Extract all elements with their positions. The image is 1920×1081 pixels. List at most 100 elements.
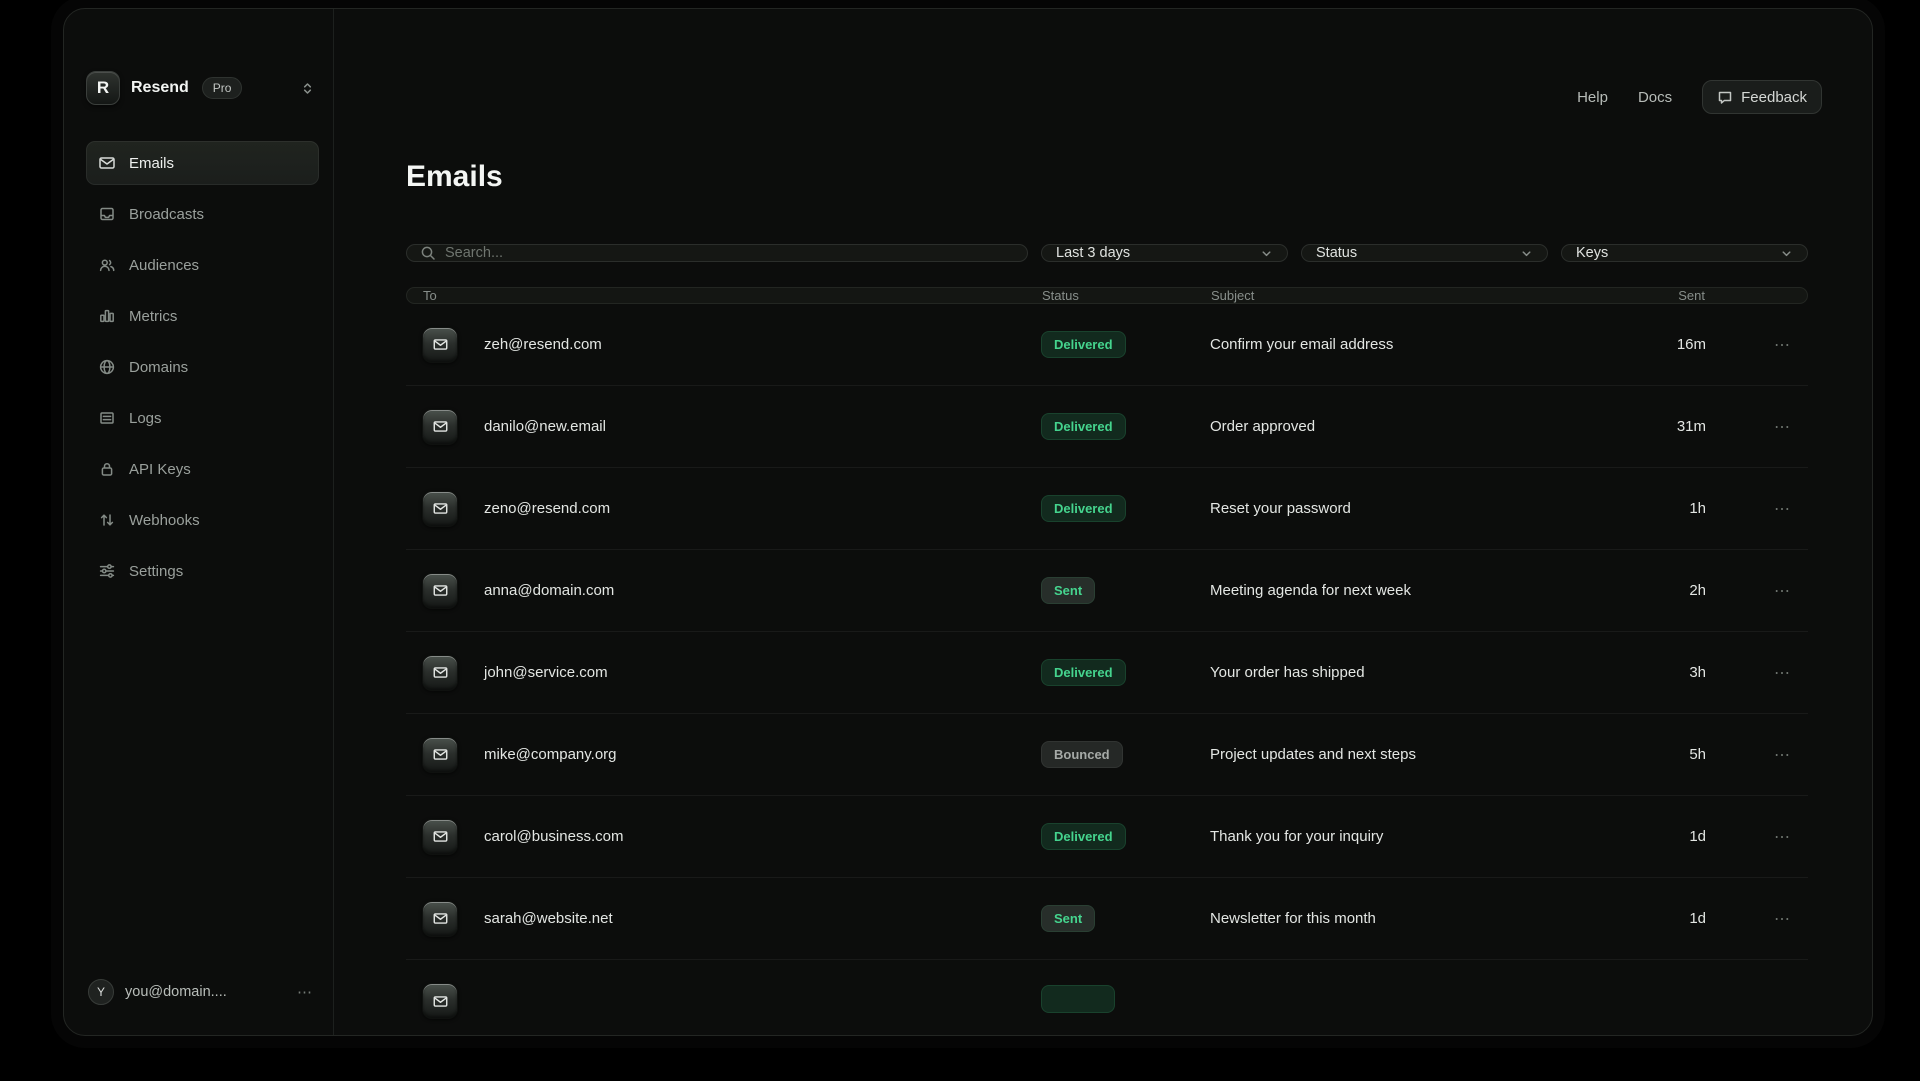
envelope-icon: [422, 819, 458, 855]
subject-cell: Project updates and next steps: [1210, 746, 1621, 763]
user-email: you@domain....: [125, 984, 227, 1000]
sidebar-item-broadcasts[interactable]: Broadcasts: [86, 192, 319, 236]
status-cell: Bounced: [1041, 741, 1210, 768]
ellipsis-icon[interactable]: ⋯: [297, 983, 313, 1001]
sidebar-item-label: Settings: [129, 563, 183, 580]
chevron-down-icon: [1260, 247, 1273, 260]
recipient-cell: mike@company.org: [422, 737, 1041, 773]
table-header: To Status Subject Sent: [406, 287, 1808, 304]
recipient-cell: anna@domain.com: [422, 573, 1041, 609]
chevron-updown-icon[interactable]: [300, 81, 315, 96]
sidebar-item-api-keys[interactable]: API Keys: [86, 447, 319, 491]
topbar: Help Docs Feedback: [406, 80, 1822, 114]
brand-name: Resend: [131, 79, 189, 97]
comment-icon: [1717, 89, 1733, 105]
sidebar-item-settings[interactable]: Settings: [86, 549, 319, 593]
status-badge: Delivered: [1041, 659, 1126, 686]
recipient-email: anna@domain.com: [484, 582, 614, 599]
subject-cell: Thank you for your inquiry: [1210, 828, 1621, 845]
arrows-up-down-icon: [98, 511, 116, 529]
row-menu-ellipsis-icon[interactable]: ⋯: [1706, 417, 1792, 437]
sidebar-item-label: Metrics: [129, 308, 177, 325]
sidebar-item-emails[interactable]: Emails: [86, 141, 319, 185]
table-row[interactable]: mike@company.org Bounced Project updates…: [406, 714, 1808, 796]
table-row[interactable]: zeno@resend.com Delivered Reset your pas…: [406, 468, 1808, 550]
page-title: Emails: [406, 158, 1808, 196]
envelope-icon: [422, 491, 458, 527]
sidebar-item-logs[interactable]: Logs: [86, 396, 319, 440]
row-menu-ellipsis-icon[interactable]: ⋯: [1706, 827, 1792, 847]
sidebar-item-label: Emails: [129, 155, 174, 172]
sent-time: 2h: [1621, 582, 1706, 599]
recipient-cell: john@service.com: [422, 655, 1041, 691]
sidebar-item-webhooks[interactable]: Webhooks: [86, 498, 319, 542]
subject-cell: Newsletter for this month: [1210, 910, 1621, 927]
row-menu-ellipsis-icon[interactable]: ⋯: [1706, 335, 1792, 355]
subject-cell: Confirm your email address: [1210, 336, 1621, 353]
subject-cell: Order approved: [1210, 418, 1621, 435]
column-header-subject: Subject: [1211, 288, 1620, 303]
row-menu-ellipsis-icon[interactable]: ⋯: [1706, 581, 1792, 601]
status-badge: Delivered: [1041, 413, 1126, 440]
main-content: Help Docs Feedback Emails Last 3 days: [334, 9, 1872, 1035]
status-badge: Sent: [1041, 577, 1095, 604]
envelope-icon: [422, 737, 458, 773]
recipient-cell: danilo@new.email: [422, 409, 1041, 445]
filter-row: Last 3 days Status Keys: [406, 244, 1808, 262]
table-row[interactable]: anna@domain.com Sent Meeting agenda for …: [406, 550, 1808, 632]
sent-time: 31m: [1621, 418, 1706, 435]
status-value: Status: [1316, 245, 1357, 261]
subject-cell: Your order has shipped: [1210, 664, 1621, 681]
sidebar-item-label: Audiences: [129, 257, 199, 274]
recipient-cell: zeh@resend.com: [422, 327, 1041, 363]
sent-time: 1d: [1621, 910, 1706, 927]
status-dropdown[interactable]: Status: [1301, 244, 1548, 262]
table-row[interactable]: danilo@new.email Delivered Order approve…: [406, 386, 1808, 468]
keys-dropdown[interactable]: Keys: [1561, 244, 1808, 262]
logs-icon: [98, 409, 116, 427]
keys-value: Keys: [1576, 245, 1608, 261]
recipient-email: zeh@resend.com: [484, 336, 602, 353]
row-menu-ellipsis-icon[interactable]: ⋯: [1706, 499, 1792, 519]
docs-link[interactable]: Docs: [1638, 89, 1672, 106]
envelope-icon: [422, 983, 458, 1019]
status-cell: Delivered: [1041, 495, 1210, 522]
status-cell: Sent: [1041, 905, 1210, 932]
bar-chart-icon: [98, 307, 116, 325]
table-row[interactable]: zeh@resend.com Delivered Confirm your em…: [406, 304, 1808, 386]
date-range-value: Last 3 days: [1056, 245, 1130, 261]
recipient-cell: [422, 983, 1041, 1019]
globe-icon: [98, 358, 116, 376]
status-badge: [1041, 985, 1115, 1013]
date-range-dropdown[interactable]: Last 3 days: [1041, 244, 1288, 262]
avatar: Y: [88, 979, 114, 1005]
table-row[interactable]: john@service.com Delivered Your order ha…: [406, 632, 1808, 714]
envelope-icon: [422, 327, 458, 363]
sidebar-item-metrics[interactable]: Metrics: [86, 294, 319, 338]
status-cell: [1041, 985, 1210, 1018]
app-window: R Resend Pro Emails Broadcasts: [63, 8, 1873, 1036]
status-badge: Delivered: [1041, 823, 1126, 850]
recipient-cell: zeno@resend.com: [422, 491, 1041, 527]
row-menu-ellipsis-icon[interactable]: ⋯: [1706, 909, 1792, 929]
help-link[interactable]: Help: [1577, 89, 1608, 106]
search-input[interactable]: [445, 245, 1014, 261]
table-row[interactable]: sarah@website.net Sent Newsletter for th…: [406, 878, 1808, 960]
recipient-cell: carol@business.com: [422, 819, 1041, 855]
sidebar-item-domains[interactable]: Domains: [86, 345, 319, 389]
search-icon: [420, 245, 436, 261]
status-cell: Delivered: [1041, 331, 1210, 358]
recipient-cell: sarah@website.net: [422, 901, 1041, 937]
row-menu-ellipsis-icon[interactable]: ⋯: [1706, 745, 1792, 765]
row-menu-ellipsis-icon[interactable]: ⋯: [1706, 663, 1792, 683]
feedback-button[interactable]: Feedback: [1702, 80, 1822, 114]
envelope-icon: [422, 573, 458, 609]
mail-icon: [98, 154, 116, 172]
status-badge: Bounced: [1041, 741, 1123, 768]
sidebar-item-audiences[interactable]: Audiences: [86, 243, 319, 287]
user-menu[interactable]: Y you@domain.... ⋯: [86, 975, 319, 1007]
table-row[interactable]: [406, 960, 1808, 1036]
table-row[interactable]: carol@business.com Delivered Thank you f…: [406, 796, 1808, 878]
envelope-icon: [422, 901, 458, 937]
workspace-switcher[interactable]: R Resend Pro: [86, 71, 319, 105]
